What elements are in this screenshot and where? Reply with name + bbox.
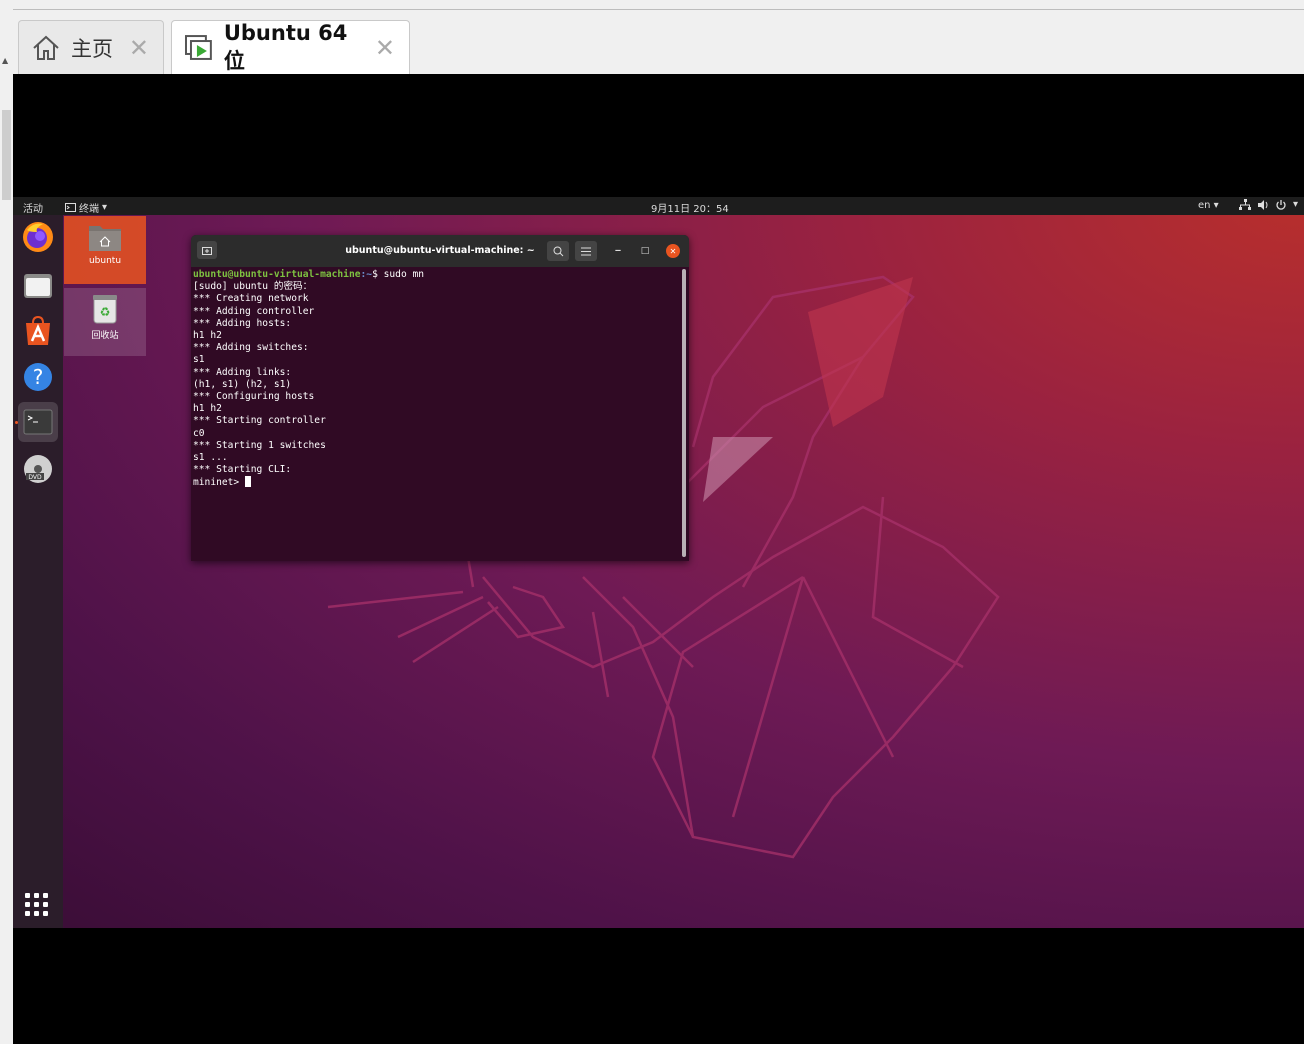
firefox-icon: [23, 222, 53, 252]
terminal-line: s1 ...: [193, 452, 228, 464]
dock-software[interactable]: [18, 311, 58, 351]
close-button[interactable]: ✕: [666, 244, 680, 258]
terminal-line: s1: [193, 354, 205, 366]
close-icon[interactable]: ✕: [375, 36, 395, 60]
terminal-line: *** Starting controller: [193, 415, 326, 427]
volume-icon: [1258, 200, 1268, 210]
terminal-line: h1 h2: [193, 403, 222, 415]
tab-ubuntu-vm[interactable]: Ubuntu 64 位 ✕: [171, 20, 410, 74]
dock-files[interactable]: [18, 265, 58, 305]
host-vertical-scrollbar[interactable]: ▲: [0, 0, 14, 1044]
chevron-down-icon: ▾: [102, 202, 108, 213]
files-icon: [24, 274, 52, 298]
tab-home-label: 主页: [71, 36, 113, 61]
terminal-line: *** Starting CLI:: [193, 464, 292, 476]
tab-home[interactable]: 主页 ✕: [18, 20, 164, 74]
dock-firefox[interactable]: [18, 217, 58, 257]
menu-button[interactable]: [575, 241, 597, 261]
mininet-prompt: mininet>: [193, 477, 245, 489]
network-icon: [1239, 199, 1251, 210]
terminal-line: *** Configuring hosts: [193, 391, 315, 403]
prompt-command: $ sudo mn: [372, 269, 425, 280]
terminal-lines: [sudo] ubuntu 的密码： *** Creating network …: [193, 281, 326, 475]
search-button[interactable]: [547, 241, 569, 261]
vm-letterbox-top: [13, 74, 1304, 197]
vm-play-icon: [184, 34, 212, 60]
terminal-line: h1 h2: [193, 330, 222, 342]
input-language-menu[interactable]: en ▾: [1198, 200, 1219, 211]
trash-icon: ♻: [93, 295, 117, 324]
terminal-line: *** Adding links:: [193, 366, 292, 378]
terminal-header-bar[interactable]: ubuntu@ubuntu-virtual-machine: ~ ‒ □ ✕: [191, 235, 689, 267]
desktop-home-label: ubuntu: [88, 256, 122, 266]
desktop-trash-label: 回收站: [91, 331, 119, 341]
vm-letterbox-bottom: [13, 928, 1304, 1044]
vm-screen[interactable]: 活动 终端 ▾ 9月11日 20：54 en ▾ ▾ ? DVD ubuntu …: [13, 197, 1304, 928]
power-icon: [1276, 200, 1286, 210]
scroll-up-arrow-icon[interactable]: ▲: [2, 56, 8, 65]
clock[interactable]: 9月11日 20：54: [651, 200, 729, 215]
gnome-top-bar: 活动 终端 ▾ 9月11日 20：54 en ▾ ▾: [13, 197, 1304, 215]
hamburger-menu-icon: [581, 247, 591, 255]
svg-text:?: ?: [33, 365, 44, 389]
terminal-line: *** Starting 1 switches: [193, 439, 326, 451]
terminal-small-icon: [65, 203, 76, 212]
terminal-line: [sudo] ubuntu 的密码：: [193, 281, 313, 293]
maximize-icon: □: [640, 246, 650, 256]
terminal-output[interactable]: ubuntu@ubuntu-virtual-machine:~$ sudo mn…: [193, 269, 679, 559]
desktop-home-folder[interactable]: ubuntu: [64, 216, 146, 284]
minimize-button[interactable]: ‒: [611, 244, 625, 258]
text-cursor: [244, 476, 251, 488]
dock: ? DVD: [13, 215, 63, 928]
terminal-line: *** Adding switches:: [193, 342, 309, 354]
terminal-scrollbar[interactable]: [682, 269, 686, 557]
host-divider: [13, 9, 1304, 10]
dock-dvd[interactable]: DVD: [18, 449, 58, 489]
home-icon: [33, 35, 59, 60]
app-menu-label: 终端: [79, 204, 99, 215]
dvd-icon: DVD: [24, 455, 52, 483]
prompt-path: :~: [360, 269, 373, 280]
chevron-down-icon: ▾: [1293, 199, 1299, 210]
terminal-icon: [23, 409, 53, 435]
terminal-window[interactable]: ubuntu@ubuntu-virtual-machine: ~ ‒ □ ✕ u…: [191, 235, 689, 561]
close-icon: ✕: [669, 246, 677, 256]
desktop-trash[interactable]: ♻ 回收站: [64, 288, 146, 356]
show-applications-icon[interactable]: [25, 893, 49, 917]
search-icon: [553, 246, 563, 256]
terminal-line: *** Adding controller: [193, 305, 315, 317]
terminal-line: c0: [193, 427, 205, 439]
tab-ubuntu-label: Ubuntu 64 位: [223, 20, 348, 73]
svg-text:DVD: DVD: [28, 474, 42, 481]
maximize-button[interactable]: □: [638, 244, 652, 258]
terminal-line: (h1, s1) (h2, s1): [193, 378, 292, 390]
minimize-icon: ‒: [614, 246, 622, 256]
activities-button[interactable]: 活动: [23, 200, 43, 215]
terminal-line: *** Adding hosts:: [193, 317, 292, 329]
svg-text:♻: ♻: [100, 305, 111, 319]
prompt-user: ubuntu@ubuntu-virtual-machine: [193, 269, 361, 280]
close-icon[interactable]: ✕: [129, 36, 149, 60]
dock-terminal[interactable]: [18, 402, 58, 442]
software-center-icon: [26, 315, 50, 345]
dock-help[interactable]: ?: [18, 357, 58, 397]
scrollbar-thumb[interactable]: [2, 110, 11, 200]
system-tray[interactable]: ▾: [1239, 199, 1298, 211]
help-icon: ?: [24, 363, 52, 391]
terminal-line: *** Creating network: [193, 293, 309, 305]
app-menu-button[interactable]: 终端 ▾: [65, 200, 107, 215]
folder-home-icon: [89, 226, 121, 251]
